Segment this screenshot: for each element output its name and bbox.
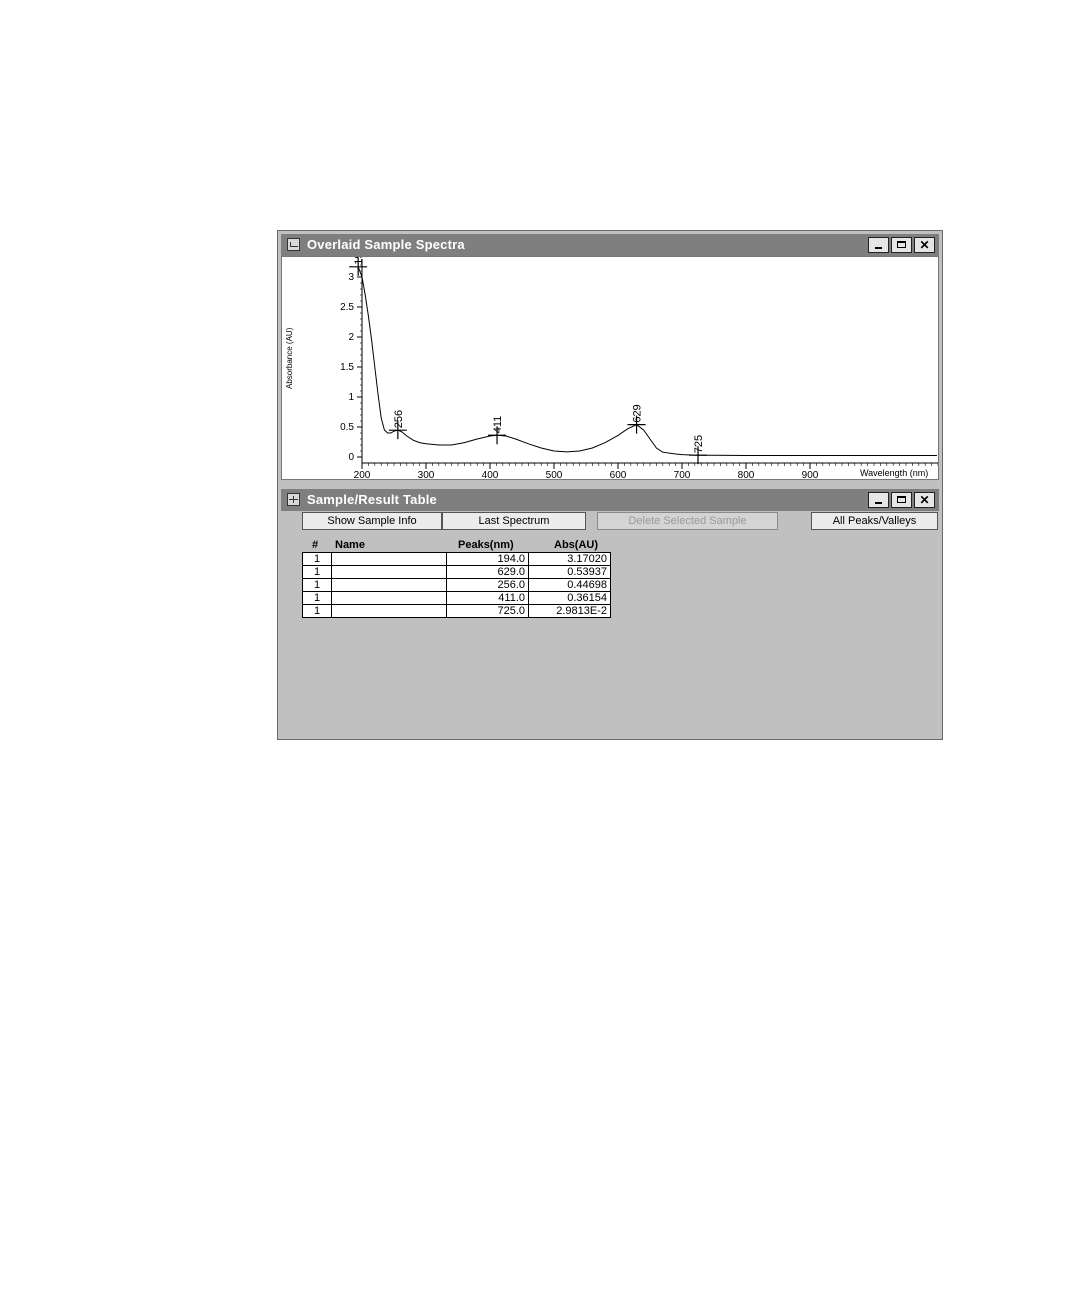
spectra-window-titlebar[interactable]: Overlaid Sample Spectra ✕ — [281, 234, 939, 256]
close-button[interactable]: ✕ — [914, 492, 935, 508]
y-tick-label: 0.5 — [340, 422, 354, 433]
cell-peak: 194.0 — [446, 552, 529, 566]
cell-abs: 3.17020 — [528, 552, 611, 566]
cell-name — [331, 604, 447, 618]
delete-selected-sample-button[interactable]: Delete Selected Sample — [597, 512, 778, 530]
column-header-peaks: Peaks(nm) — [458, 539, 514, 551]
table-row[interactable]: 1 629.0 0.53937 — [302, 565, 611, 579]
column-header-abs: Abs(AU) — [554, 539, 598, 551]
x-tick-label: 500 — [546, 470, 563, 479]
spectrum-chart-panel[interactable]: 0 0.5 1 1.5 2 2.5 3 200 300 400 500 600 700 800 900 19… — [281, 246, 939, 481]
spectrum-chart: 0 0.5 1 1.5 2 2.5 3 200 300 400 500 600 700 800 900 19… — [285, 246, 939, 481]
y-tick-label: 3 — [348, 272, 354, 283]
x-axis-label: Wavelength (nm) — [860, 468, 928, 478]
x-tick-label: 700 — [674, 470, 691, 479]
cell-name — [331, 591, 447, 605]
y-tick-label: 1 — [348, 392, 354, 403]
cell-number: 1 — [302, 591, 332, 605]
y-tick-label: 2.5 — [340, 302, 354, 313]
maximize-button[interactable] — [891, 237, 912, 253]
cell-abs: 0.44698 — [528, 578, 611, 592]
cell-number: 1 — [302, 578, 332, 592]
close-button[interactable]: ✕ — [914, 237, 935, 253]
peak-label: 194 — [353, 257, 365, 265]
results-table: 1 194.0 3.17020 1 629.0 0.53937 1 256.0 … — [302, 552, 611, 618]
spectra-window-title: Overlaid Sample Spectra — [307, 237, 465, 252]
show-sample-info-button[interactable]: Show Sample Info — [302, 512, 442, 530]
x-tick-label: 900 — [802, 470, 819, 479]
x-tick-label: 300 — [418, 470, 435, 479]
table-row[interactable]: 1 256.0 0.44698 — [302, 578, 611, 592]
table-row[interactable]: 1 411.0 0.36154 — [302, 591, 611, 605]
cell-peak: 629.0 — [446, 565, 529, 579]
cell-abs: 0.53937 — [528, 565, 611, 579]
x-tick-label: 600 — [610, 470, 627, 479]
peak-label: 629 — [632, 404, 644, 422]
chart-ticks: 0 0.5 1 1.5 2 2.5 3 200 300 400 500 600 700 800 900 — [340, 264, 939, 481]
cell-abs: 0.36154 — [528, 591, 611, 605]
last-spectrum-button[interactable]: Last Spectrum — [442, 512, 586, 530]
all-peaks-valleys-button[interactable]: All Peaks/Valleys — [811, 512, 938, 530]
close-icon: ✕ — [919, 238, 930, 252]
x-tick-label: 200 — [354, 470, 371, 479]
column-header-number: # — [312, 539, 319, 551]
peak-label: 725 — [693, 435, 705, 453]
chart-icon — [287, 238, 300, 251]
cell-peak: 411.0 — [446, 591, 529, 605]
peak-label: 256 — [393, 410, 405, 428]
table-icon — [287, 493, 300, 506]
x-tick-label: 400 — [482, 470, 499, 479]
y-tick-label: 2 — [348, 332, 354, 343]
minimize-button[interactable] — [868, 237, 889, 253]
column-header-name: Name — [335, 539, 365, 551]
y-tick-label: 0 — [348, 452, 354, 463]
table-row[interactable]: 1 725.0 2.9813E-2 — [302, 604, 611, 618]
spectrum-line — [357, 266, 937, 456]
table-window-titlebar[interactable]: Sample/Result Table ✕ — [281, 489, 939, 511]
cell-peak: 725.0 — [446, 604, 529, 618]
table-window-title: Sample/Result Table — [307, 492, 437, 507]
peak-label: 411 — [492, 416, 504, 434]
cell-name — [331, 552, 447, 566]
y-axis-label: Absorbance (AU) — [285, 327, 294, 389]
spectrophotometer-app: Overlaid Sample Spectra ✕ 0 0.5 1 1.5 2 2.5 3 2… — [277, 230, 943, 740]
cell-number: 1 — [302, 604, 332, 618]
cell-abs: 2.9813E-2 — [528, 604, 611, 618]
cell-number: 1 — [302, 565, 332, 579]
y-tick-label: 1.5 — [340, 362, 354, 373]
cell-name — [331, 578, 447, 592]
minimize-button[interactable] — [868, 492, 889, 508]
close-icon: ✕ — [919, 493, 930, 507]
cell-peak: 256.0 — [446, 578, 529, 592]
x-tick-label: 800 — [738, 470, 755, 479]
cell-name — [331, 565, 447, 579]
table-row[interactable]: 1 194.0 3.17020 — [302, 552, 611, 566]
maximize-button[interactable] — [891, 492, 912, 508]
cell-number: 1 — [302, 552, 332, 566]
chart-axes — [361, 259, 938, 464]
